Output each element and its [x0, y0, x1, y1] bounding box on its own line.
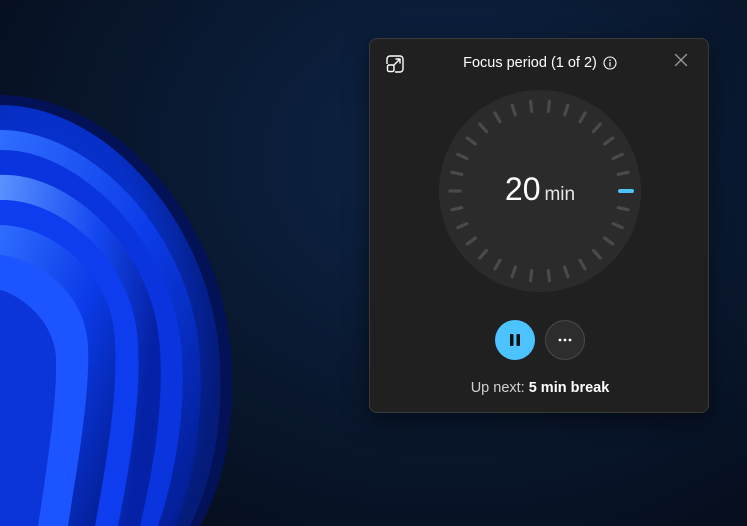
dial-tick	[528, 99, 534, 114]
focus-session-widget: Focus period (1 of 2) 20 min Up next: 5 …	[369, 38, 709, 413]
info-icon[interactable]	[603, 56, 617, 70]
pause-icon	[510, 334, 520, 346]
timer-readout: 20 min	[438, 171, 642, 211]
up-next-value: 5 min break	[528, 380, 610, 396]
more-options-button[interactable]	[545, 320, 585, 360]
pause-button[interactable]	[495, 320, 535, 360]
up-next-label: Up next:	[470, 380, 525, 396]
timer-unit: min	[544, 184, 576, 205]
dial-tick	[546, 268, 552, 283]
dial-tick	[528, 268, 534, 283]
more-options-icon	[558, 338, 572, 342]
close-button[interactable]	[668, 47, 694, 73]
dial-tick	[546, 99, 552, 114]
close-icon	[674, 53, 688, 67]
widget-title: Focus period (1 of 2)	[463, 55, 597, 71]
widget-title-row: Focus period (1 of 2)	[370, 53, 710, 73]
timer-value: 20	[504, 171, 541, 207]
up-next-text: Up next: 5 min break	[370, 380, 710, 396]
